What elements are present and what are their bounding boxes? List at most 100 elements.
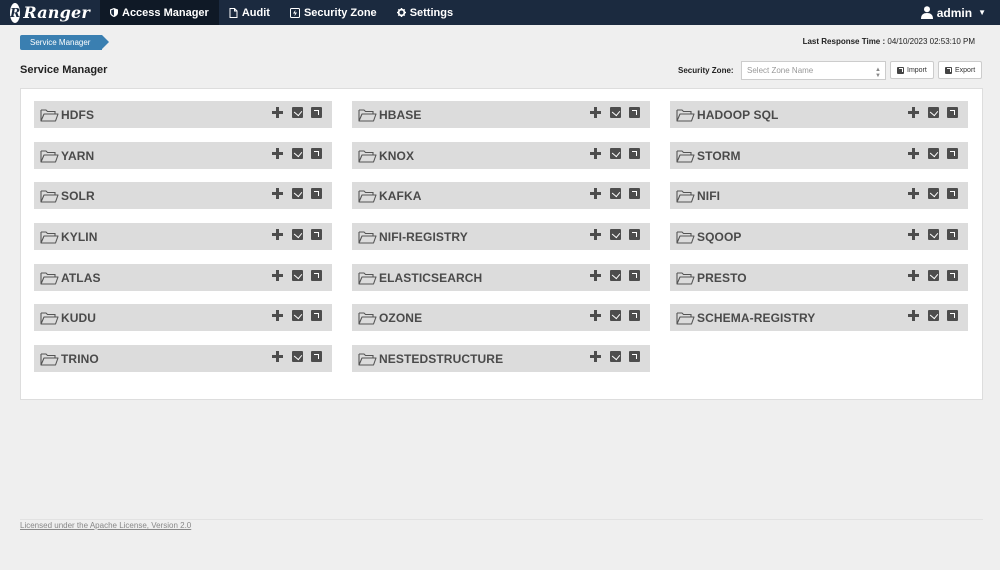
edit-service-icon[interactable] [928,229,939,240]
service-name[interactable]: NIFI [697,189,720,203]
add-service-icon[interactable] [272,188,283,199]
nav-security-zone[interactable]: Security Zone [280,0,387,25]
export-service-icon[interactable] [947,188,958,199]
service-name[interactable]: STORM [697,149,741,163]
export-service-icon[interactable] [629,148,640,159]
folder-open-icon [358,352,377,366]
nav-access-manager[interactable]: Access Manager [100,0,219,25]
service-name[interactable]: KAFKA [379,189,422,203]
shield-icon [110,8,118,17]
export-service-icon[interactable] [311,188,322,199]
folder-open-icon [40,352,59,366]
edit-service-icon[interactable] [292,351,303,362]
edit-service-icon[interactable] [928,270,939,281]
add-service-icon[interactable] [908,148,919,159]
license-link[interactable]: Licensed under the Apache License, Versi… [20,521,191,530]
service-name[interactable]: SCHEMA-REGISTRY [697,311,815,325]
export-service-icon[interactable] [629,270,640,281]
service-name[interactable]: PRESTO [697,271,747,285]
edit-service-icon[interactable] [610,148,621,159]
service-name[interactable]: ELASTICSEARCH [379,271,482,285]
add-service-icon[interactable] [908,188,919,199]
export-service-icon[interactable] [311,351,322,362]
add-service-icon[interactable] [590,229,601,240]
service-name[interactable]: TRINO [61,352,99,366]
export-service-icon[interactable] [947,310,958,321]
edit-service-icon[interactable] [610,229,621,240]
edit-service-icon[interactable] [610,351,621,362]
import-button[interactable]: Import [890,61,934,79]
add-service-icon[interactable] [272,148,283,159]
edit-service-icon[interactable] [928,310,939,321]
service-name[interactable]: NIFI-REGISTRY [379,230,468,244]
edit-service-icon[interactable] [928,107,939,118]
add-service-icon[interactable] [590,351,601,362]
service-name[interactable]: SOLR [61,189,95,203]
export-button[interactable]: Export [938,61,983,79]
nav-audit[interactable]: Audit [219,0,280,25]
service-name[interactable]: KUDU [61,311,96,325]
ranger-logo-icon: R [10,2,21,23]
export-service-icon[interactable] [311,270,322,281]
edit-service-icon[interactable] [610,107,621,118]
export-service-icon[interactable] [947,107,958,118]
edit-service-icon[interactable] [292,148,303,159]
service-name[interactable]: KNOX [379,149,414,163]
add-service-icon[interactable] [908,107,919,118]
add-service-icon[interactable] [590,310,601,321]
add-service-icon[interactable] [272,310,283,321]
edit-service-icon[interactable] [292,270,303,281]
export-service-icon[interactable] [311,148,322,159]
edit-service-icon[interactable] [292,188,303,199]
folder-open-icon [40,149,59,163]
add-service-icon[interactable] [590,188,601,199]
service-name[interactable]: YARN [61,149,94,163]
edit-service-icon[interactable] [610,310,621,321]
export-service-icon[interactable] [947,270,958,281]
service-name[interactable]: SQOOP [697,230,742,244]
service-name[interactable]: HADOOP SQL [697,108,778,122]
export-service-icon[interactable] [629,351,640,362]
export-service-icon[interactable] [947,229,958,240]
service-actions [908,148,958,159]
edit-service-icon[interactable] [928,188,939,199]
edit-service-icon[interactable] [610,270,621,281]
add-service-icon[interactable] [272,107,283,118]
export-service-icon[interactable] [629,229,640,240]
add-service-icon[interactable] [272,270,283,281]
edit-service-icon[interactable] [928,148,939,159]
add-service-icon[interactable] [590,270,601,281]
export-service-icon[interactable] [629,310,640,321]
export-service-icon[interactable] [629,107,640,118]
add-service-icon[interactable] [272,351,283,362]
service-name[interactable]: HDFS [61,108,94,122]
nav-settings[interactable]: Settings [387,0,463,25]
add-service-icon[interactable] [272,229,283,240]
service-name[interactable]: ATLAS [61,271,101,285]
add-service-icon[interactable] [908,270,919,281]
last-response-time: Last Response Time : 04/10/2023 02:53:10… [803,37,975,46]
edit-service-icon[interactable] [292,229,303,240]
export-service-icon[interactable] [311,229,322,240]
user-menu[interactable]: admin ▼ [920,0,986,25]
export-service-icon[interactable] [311,107,322,118]
service-name[interactable]: NESTEDSTRUCTURE [379,352,503,366]
add-service-icon[interactable] [590,107,601,118]
export-service-icon[interactable] [947,148,958,159]
service-name[interactable]: HBASE [379,108,422,122]
add-service-icon[interactable] [908,310,919,321]
service-name[interactable]: KYLIN [61,230,98,244]
export-service-icon[interactable] [311,310,322,321]
brand[interactable]: R Ranger [0,0,100,25]
add-service-icon[interactable] [590,148,601,159]
service-actions [272,107,322,118]
edit-service-icon[interactable] [292,107,303,118]
edit-service-icon[interactable] [610,188,621,199]
edit-service-icon[interactable] [292,310,303,321]
add-service-icon[interactable] [908,229,919,240]
breadcrumb-service-manager[interactable]: Service Manager [20,35,111,50]
service-name[interactable]: OZONE [379,311,422,325]
service-actions [272,229,322,240]
security-zone-select[interactable]: Select Zone Name ▲ ▼ [741,61,886,80]
export-service-icon[interactable] [629,188,640,199]
